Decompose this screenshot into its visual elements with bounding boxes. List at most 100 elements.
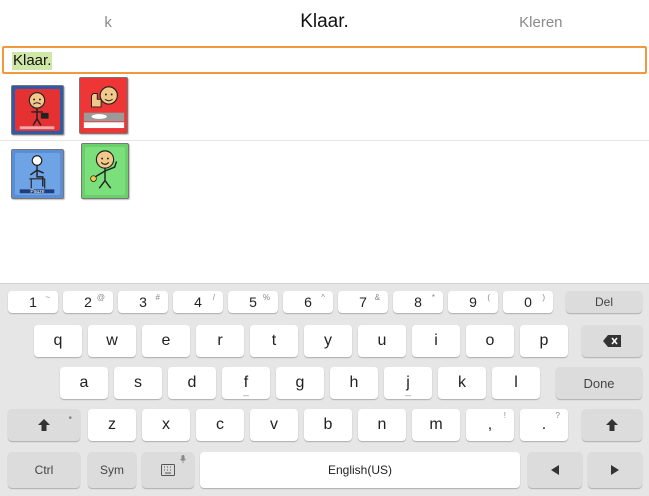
key-label: c (216, 416, 224, 433)
key-v[interactable]: v (250, 409, 298, 441)
key-label: x (162, 416, 170, 433)
cursor-left-button[interactable] (528, 452, 582, 488)
shift-left-button[interactable]: • (8, 409, 80, 441)
key-n[interactable]: n (358, 409, 406, 441)
key-label: y (324, 332, 332, 349)
key-label: r (217, 332, 223, 349)
key-label: 7 (359, 294, 367, 310)
key-m[interactable]: m (412, 409, 460, 441)
pictogram-tile-3[interactable]: Pauze (11, 149, 64, 199)
key-i[interactable]: i (412, 325, 460, 357)
key-comma[interactable]: ,! (466, 409, 514, 441)
key-3[interactable]: 3 # (118, 291, 168, 313)
ctrl-label: Ctrl (34, 463, 54, 477)
sym-button[interactable]: Sym (88, 452, 136, 488)
key-4[interactable]: 4/ (173, 291, 223, 313)
key-label: u (377, 332, 387, 349)
key-j[interactable]: j _ (384, 367, 432, 399)
key-q[interactable]: q (34, 325, 82, 357)
key-label: . (541, 416, 547, 433)
key-f-underline: _ (243, 386, 249, 397)
key-6[interactable]: 6 ^ (283, 291, 333, 313)
key-d[interactable]: d (168, 367, 216, 399)
key-label: 6 (304, 294, 312, 310)
key-label: h (349, 374, 359, 391)
ctrl-button[interactable]: Ctrl (8, 452, 80, 488)
shift-right-button[interactable] (582, 409, 642, 441)
right-arrow-icon (611, 465, 619, 475)
key-g[interactable]: g (276, 367, 324, 399)
suggestion-center[interactable]: Klaar. (216, 11, 432, 33)
key-1[interactable]: 1 ~ (8, 291, 58, 313)
key-alt: # (155, 293, 160, 302)
key-z[interactable]: z (88, 409, 136, 441)
key-e[interactable]: e (142, 325, 190, 357)
key-label: , (487, 416, 493, 433)
key-s[interactable]: s (114, 367, 162, 399)
key-alt: / (212, 293, 215, 302)
suggestion-right[interactable]: Kleren (433, 14, 649, 31)
person-pictogram-icon (19, 92, 55, 130)
cursor-right-button[interactable] (588, 452, 642, 488)
key-5[interactable]: 5% (228, 291, 278, 313)
pictogram-tile-4[interactable] (81, 143, 129, 199)
key-p[interactable]: p (520, 325, 568, 357)
key-f[interactable]: f _ (222, 367, 270, 399)
key-7[interactable]: 7 & (338, 291, 388, 313)
sym-label: Sym (100, 463, 124, 477)
key-o[interactable]: o (466, 325, 514, 357)
pictogram-tile-1[interactable] (11, 85, 64, 135)
key-t[interactable]: t (250, 325, 298, 357)
shift-dot: • (68, 413, 72, 424)
suggestion-bar: k Klaar. Kleren (0, 0, 649, 44)
key-label: p (539, 332, 549, 349)
key-b[interactable]: b (304, 409, 352, 441)
key-w[interactable]: w (88, 325, 136, 357)
key-0[interactable]: 0) (503, 291, 553, 313)
done-label: Done (583, 375, 615, 391)
key-alt: * (431, 293, 435, 302)
keyboard-settings-button[interactable] (142, 452, 194, 488)
key-label: d (187, 374, 197, 391)
key-x[interactable]: x (142, 409, 190, 441)
message-input[interactable]: Klaar. (2, 46, 647, 74)
happy-person-pictogram-icon (90, 150, 118, 189)
key-a[interactable]: a (60, 367, 108, 399)
space-label: English(US) (327, 463, 393, 477)
key-label: 9 (469, 294, 477, 310)
space-bar[interactable]: English(US) (200, 452, 520, 488)
key-u[interactable]: u (358, 325, 406, 357)
key-label: 1 (29, 294, 37, 310)
key-label: q (53, 332, 63, 349)
done-button[interactable]: Done (556, 367, 642, 399)
key-alt: @ (96, 293, 105, 302)
pictogram-row-1 (0, 76, 649, 141)
key-2[interactable]: 2 @ (63, 291, 113, 313)
key-alt: & (374, 293, 380, 302)
key-8[interactable]: 8 * (393, 291, 443, 313)
key-label: 5 (249, 294, 257, 310)
key-l[interactable]: l (492, 367, 540, 399)
pictogram-tile-2[interactable] (79, 77, 128, 134)
key-label: 0 (524, 294, 532, 310)
key-y[interactable]: y (304, 325, 352, 357)
key-alt: ) (542, 293, 545, 302)
shift-icon (606, 419, 618, 431)
key-alt: ^ (321, 293, 325, 302)
key-h[interactable]: h (330, 367, 378, 399)
shift-icon (38, 419, 50, 431)
key-label: 2 (84, 294, 92, 310)
backspace-button[interactable] (582, 325, 642, 357)
key-period[interactable]: .? (520, 409, 568, 441)
key-alt: ~ (45, 293, 50, 302)
key-r[interactable]: r (196, 325, 244, 357)
key-c[interactable]: c (196, 409, 244, 441)
key-9[interactable]: 9( (448, 291, 498, 313)
key-j-underline: _ (405, 386, 411, 397)
suggestion-left[interactable]: k (0, 14, 216, 31)
key-alt: ( (487, 293, 490, 302)
key-k[interactable]: k (438, 367, 486, 399)
delete-button[interactable]: Del (566, 291, 642, 313)
microphone-icon (180, 455, 186, 463)
key-label: e (161, 332, 171, 349)
